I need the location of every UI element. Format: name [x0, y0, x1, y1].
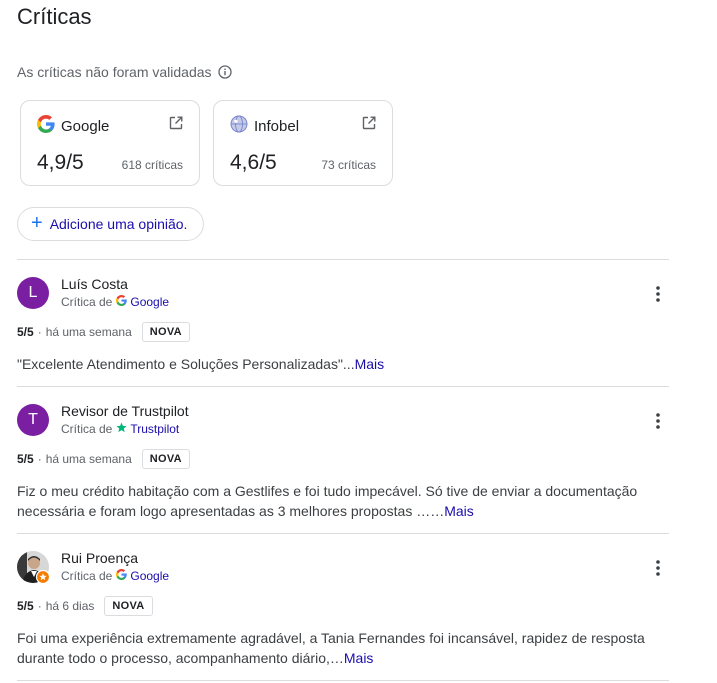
new-badge: NOVA [141, 449, 190, 469]
review-body: Foi uma experiência extremamente agradáv… [17, 630, 645, 666]
divider [17, 386, 669, 387]
open-external-icon[interactable] [362, 116, 376, 130]
review-source: Crítica de Google [61, 295, 169, 309]
divider [17, 680, 669, 681]
source-card-header: Infobel [230, 115, 299, 137]
avatar[interactable]: L [17, 277, 49, 309]
reviewer-name[interactable]: Luís Costa [61, 276, 128, 292]
review-source: Crítica de Google [61, 569, 169, 583]
source-link[interactable]: Trustpilot [116, 422, 179, 436]
source-rating: 4,9/5 [37, 151, 84, 174]
reviewer-name[interactable]: Rui Proença [61, 550, 138, 566]
divider [17, 259, 669, 260]
reviewer-name[interactable]: Revisor de Trustpilot [61, 403, 189, 419]
more-link[interactable]: Mais [344, 650, 374, 666]
more-options-icon[interactable] [653, 559, 663, 577]
separator: · [37, 599, 42, 613]
source-card-infobel[interactable]: Infobel 4,6/5 73 críticas [213, 100, 393, 186]
source-review-count: 73 críticas [321, 158, 376, 172]
globe-icon [230, 115, 248, 137]
review-text: "Excelente Atendimento e Soluções Person… [17, 354, 657, 374]
add-review-button[interactable]: + Adicione uma opinião. [17, 207, 205, 241]
plus-icon: + [31, 212, 43, 234]
review-score: 5/5 [17, 325, 34, 339]
trustpilot-star-icon [116, 422, 127, 436]
source-prefix: Crítica de [61, 295, 113, 309]
source-card-header: Google [37, 115, 109, 137]
info-icon[interactable] [217, 65, 232, 79]
more-options-icon[interactable] [653, 285, 663, 303]
review-score: 5/5 [17, 599, 34, 613]
source-rating: 4,6/5 [230, 151, 277, 174]
review-body: "Excelente Atendimento e Soluções Person… [17, 356, 355, 372]
page-title: Críticas [17, 4, 92, 29]
avatar[interactable]: T [17, 404, 49, 436]
separator: · [37, 452, 42, 466]
source-link[interactable]: Google [116, 569, 169, 583]
review-item: T Revisor de Trustpilot Crítica de Trust… [17, 403, 669, 532]
review-meta: 5/5 · há uma semana NOVA [17, 449, 190, 469]
review-body: Fiz o meu crédito habitação com a Gestli… [17, 483, 638, 519]
more-link[interactable]: Mais [444, 503, 474, 519]
review-item: L Luís Costa Crítica de Google 5/5 · há … [17, 276, 669, 387]
source-name: Infobel [254, 117, 300, 135]
review-meta: 5/5 · há uma semana NOVA [17, 322, 190, 342]
source-review-count: 618 críticas [121, 158, 183, 172]
source-name: Google [130, 569, 170, 583]
review-time: há uma semana [45, 325, 132, 339]
unvalidated-notice: As críticas não foram validadas [17, 64, 232, 80]
avatar[interactable] [17, 551, 51, 585]
open-external-icon[interactable] [169, 116, 183, 130]
more-link[interactable]: Mais [355, 356, 385, 372]
source-prefix: Crítica de [61, 569, 113, 583]
source-card-google[interactable]: Google 4,9/5 618 críticas [20, 100, 200, 186]
review-time: há uma semana [45, 452, 132, 466]
source-name: Trustpilot [130, 422, 180, 436]
review-item: Rui Proença Crítica de Google 5/5 · há 6… [17, 550, 669, 679]
new-badge: NOVA [141, 322, 190, 342]
divider [17, 533, 669, 534]
review-text: Fiz o meu crédito habitação com a Gestli… [17, 481, 657, 521]
new-badge: NOVA [104, 596, 153, 616]
google-g-icon [116, 569, 128, 583]
google-g-icon [37, 115, 55, 137]
source-name: Google [61, 117, 110, 135]
review-score: 5/5 [17, 452, 34, 466]
more-options-icon[interactable] [653, 412, 663, 430]
review-text: Foi uma experiência extremamente agradáv… [17, 628, 657, 668]
add-review-label: Adicione uma opinião. [49, 216, 188, 232]
google-g-icon [116, 295, 128, 309]
separator: · [37, 325, 42, 339]
review-time: há 6 dias [45, 599, 95, 613]
reviews-panel: Críticas As críticas não foram validadas… [0, 0, 717, 683]
review-meta: 5/5 · há 6 dias NOVA [17, 596, 153, 616]
review-source: Crítica de Trustpilot [61, 422, 179, 436]
source-name: Google [130, 295, 170, 309]
unvalidated-text: As críticas não foram validadas [17, 64, 212, 80]
source-prefix: Crítica de [61, 422, 113, 436]
source-link[interactable]: Google [116, 295, 169, 309]
